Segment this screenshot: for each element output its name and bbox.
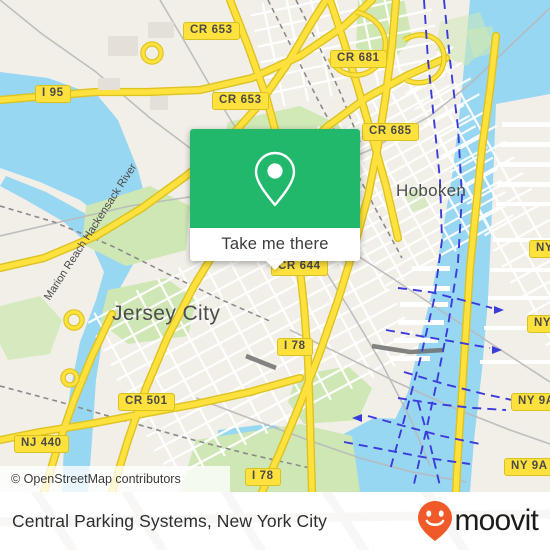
highway-shield: I 78: [245, 468, 281, 486]
osm-attribution[interactable]: © OpenStreetMap contributors: [0, 466, 230, 492]
highway-shield: NY 9A: [504, 458, 550, 476]
map-pin-icon: [254, 151, 296, 206]
take-me-there-label: Take me there: [221, 235, 329, 253]
highway-shield: CR 681: [330, 50, 387, 68]
card-header: [190, 129, 360, 228]
moovit-map-screenshot: Jersey City Hoboken Marion Reach Hackens…: [0, 0, 550, 550]
bottom-bar: Central Parking Systems, New York City m…: [0, 492, 550, 550]
moovit-smiley-pin-icon: [418, 501, 453, 541]
highway-shield: NY: [529, 240, 550, 258]
place-title: Central Parking Systems, New York City: [12, 510, 328, 531]
osm-attribution-text: © OpenStreetMap contributors: [11, 472, 181, 486]
highway-shield: I 78: [277, 338, 313, 356]
highway-shield: CR 653: [183, 22, 240, 40]
highway-shield: NY 9A: [511, 393, 550, 411]
highway-shield: CR 501: [118, 393, 175, 411]
highway-shield: CR 685: [362, 123, 419, 141]
map-canvas[interactable]: Jersey City Hoboken Marion Reach Hackens…: [0, 0, 550, 492]
moovit-logo[interactable]: moovit: [417, 500, 539, 542]
highway-shield: NY: [527, 315, 550, 333]
highway-shield: I 95: [35, 85, 71, 103]
highway-shield: NJ 440: [14, 435, 69, 453]
card-pointer-triangle: [265, 260, 285, 270]
moovit-wordmark: moovit: [454, 504, 538, 537]
take-me-there-card[interactable]: Take me there: [190, 129, 360, 270]
card-footer[interactable]: Take me there: [190, 228, 360, 270]
highway-shield: CR 653: [212, 92, 269, 110]
